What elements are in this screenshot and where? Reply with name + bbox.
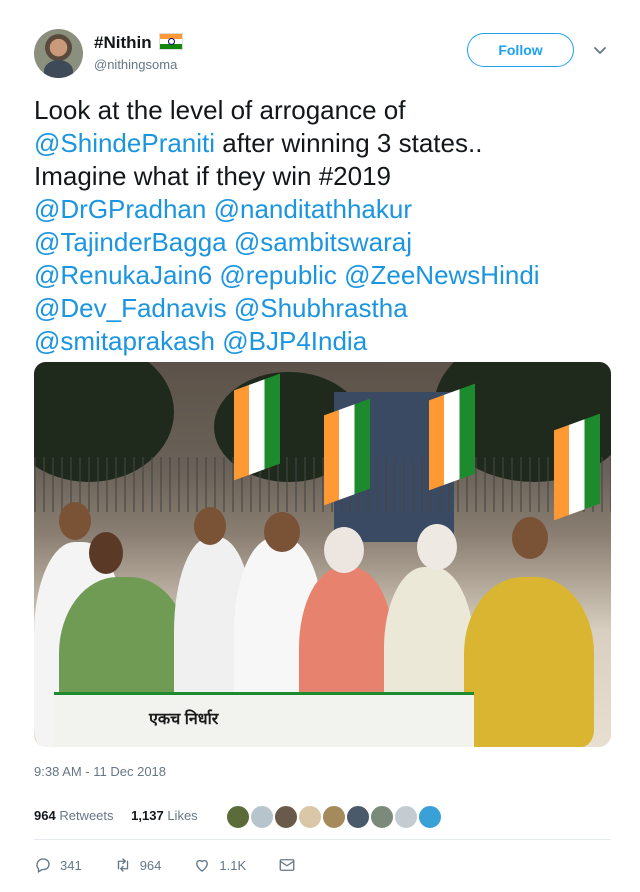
retweets-stat[interactable]: 964 Retweets	[34, 808, 114, 823]
reply-icon	[36, 858, 50, 873]
retweets-count: 964	[34, 808, 56, 823]
likers-avatars[interactable]	[225, 804, 443, 830]
tweet-text-segment: Imagine what if they win #2019	[34, 161, 391, 191]
liker-avatar[interactable]	[417, 804, 443, 830]
tweet-text-segment	[227, 293, 234, 323]
tweet-line: @TajinderBagga @sambitswaraj	[34, 226, 624, 259]
tweet-line: @RenukaJain6 @republic @ZeeNewsHindi	[34, 259, 624, 292]
tweet-text-segment: Look at the level of arrogance of	[34, 95, 406, 125]
author-handle[interactable]: @nithingsoma	[94, 57, 177, 72]
photo-banner-text: एकच निर्धार	[149, 711, 219, 728]
tweet-line: Look at the level of arrogance of	[34, 94, 624, 127]
mention-link[interactable]: @Shubhrastha	[234, 293, 408, 323]
tweet-text: Look at the level of arrogance of @Shinde…	[34, 94, 624, 358]
reply-count: 341	[60, 857, 82, 873]
liker-avatar[interactable]	[393, 804, 419, 830]
liker-avatar[interactable]	[273, 804, 299, 830]
mention-link[interactable]: @RenukaJain6	[34, 260, 212, 290]
tweet-actions: 341 964 1.1K	[34, 856, 336, 874]
tweet-line: @DrGPradhan @nanditathhakur	[34, 193, 624, 226]
liker-avatar[interactable]	[369, 804, 395, 830]
retweets-label: Retweets	[59, 808, 114, 823]
mention-link[interactable]: @sambitswaraj	[234, 227, 412, 257]
retweet-count: 964	[139, 857, 162, 873]
likes-label: Likes	[167, 808, 198, 823]
mention-link[interactable]: @TajinderBagga	[34, 227, 227, 257]
follow-button[interactable]: Follow	[467, 33, 574, 67]
mention-link[interactable]: @DrGPradhan	[34, 194, 206, 224]
retweet-icon	[117, 858, 128, 872]
mention-link[interactable]: @republic	[219, 260, 336, 290]
author-name[interactable]: #Nithin	[94, 33, 152, 52]
author-avatar[interactable]	[34, 29, 83, 78]
liker-avatar[interactable]	[321, 804, 347, 830]
reply-button[interactable]: 341	[34, 856, 82, 874]
mention-link[interactable]: @BJP4India	[222, 326, 367, 356]
direct-message-button[interactable]	[278, 856, 304, 874]
heart-icon	[196, 859, 209, 872]
mention-link[interactable]: @smitaprakash	[34, 326, 215, 356]
tweet-text-segment	[337, 260, 344, 290]
tweet-text-segment	[227, 227, 234, 257]
chevron-down-icon[interactable]	[592, 42, 608, 58]
india-flag-icon	[158, 33, 183, 50]
likes-stat[interactable]: 1,137 Likes	[131, 808, 198, 823]
like-button[interactable]: 1.1K	[193, 856, 246, 874]
envelope-icon	[279, 859, 295, 871]
mention-link[interactable]: @nanditathhakur	[214, 194, 412, 224]
tweet-photo[interactable]: एकच निर्धार	[34, 362, 611, 747]
tweet-line: @Dev_Fadnavis @Shubhrastha	[34, 292, 624, 325]
liker-avatar[interactable]	[297, 804, 323, 830]
liker-avatar[interactable]	[249, 804, 275, 830]
divider	[34, 839, 611, 840]
like-count: 1.1K	[219, 857, 247, 873]
tweet-line: @ShindePraniti after winning 3 states..	[34, 127, 624, 160]
likes-count: 1,137	[131, 808, 164, 823]
tweet-stats: 964 Retweets 1,137 Likes	[34, 808, 198, 823]
mention-link[interactable]: @ShindePraniti	[34, 128, 215, 158]
tweet-line: Imagine what if they win #2019	[34, 160, 624, 193]
mention-link[interactable]: @Dev_Fadnavis	[34, 293, 227, 323]
tweet-line: @smitaprakash @BJP4India	[34, 325, 624, 358]
liker-avatar[interactable]	[345, 804, 371, 830]
mention-link[interactable]: @ZeeNewsHindi	[344, 260, 539, 290]
retweet-button[interactable]: 964	[114, 856, 162, 874]
tweet-timestamp[interactable]: 9:38 AM - 11 Dec 2018	[34, 764, 166, 779]
tweet-text-segment: after winning 3 states..	[215, 128, 483, 158]
liker-avatar[interactable]	[225, 804, 251, 830]
tweet-text-segment	[206, 194, 213, 224]
author-name-row[interactable]: #Nithin	[94, 33, 183, 53]
